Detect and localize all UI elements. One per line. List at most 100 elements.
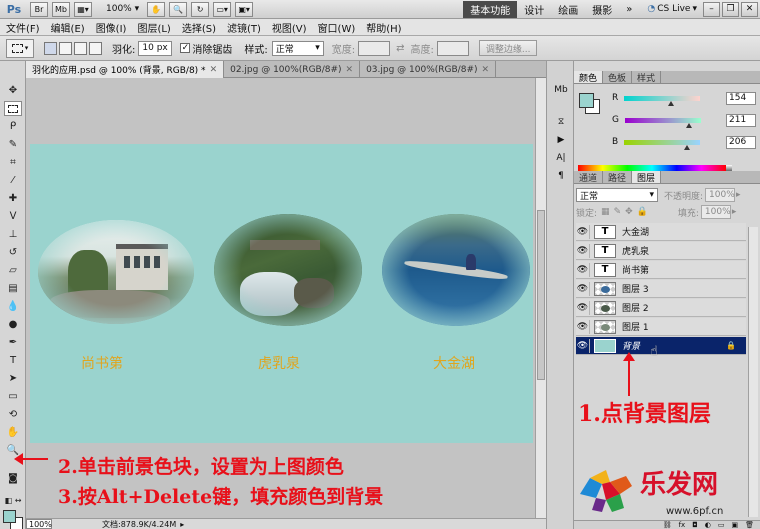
layer-row-background[interactable]: 👁 背景 🔒	[576, 337, 746, 355]
close-icon[interactable]: ✕	[346, 65, 354, 75]
menu-help[interactable]: 帮助(H)	[366, 20, 401, 35]
tab-channels[interactable]: 通道	[574, 171, 604, 184]
tab-document-3[interactable]: 03.jpg @ 100%(RGB/8#) ✕	[360, 61, 497, 78]
history-brush-tool-icon[interactable]: ↺	[4, 245, 22, 260]
lock-image-icon[interactable]: ✎	[614, 207, 622, 217]
minimize-button[interactable]: –	[703, 1, 720, 17]
document-size-info[interactable]: 文档:878.9K/4.24M	[102, 519, 176, 529]
lock-position-icon[interactable]: ✥	[625, 207, 633, 217]
quick-mask-icon[interactable]: ◙	[4, 471, 22, 486]
swap-dimensions-icon[interactable]: ⇄	[396, 43, 404, 54]
default-colors-icon[interactable]: ◧ ↔	[4, 493, 22, 508]
style-select[interactable]: 正常 ▾	[271, 40, 324, 56]
gradient-tool-icon[interactable]: ▤	[4, 281, 22, 296]
minibridge-panel-icon[interactable]: Mb	[553, 83, 569, 97]
menu-image[interactable]: 图像(I)	[96, 20, 127, 35]
foreground-color-swatch[interactable]	[3, 510, 16, 523]
zoom-tool-button[interactable]: 🔍	[169, 1, 188, 17]
eyedropper-tool-icon[interactable]: ⁄	[4, 173, 22, 188]
intersect-selection-mode-button[interactable]	[89, 41, 102, 55]
layer-row-raster-1[interactable]: 👁 图层 1	[576, 318, 746, 336]
tab-swatches[interactable]: 色板	[603, 71, 633, 84]
eye-icon[interactable]: 👁	[576, 224, 590, 239]
tab-paths[interactable]: 路径	[603, 171, 633, 184]
red-track[interactable]	[624, 95, 701, 106]
blue-slider[interactable]: B 206	[612, 135, 756, 150]
link-layers-icon[interactable]: ⛓	[663, 521, 672, 529]
layer-row-text-2[interactable]: 👁 T 虎乳泉	[576, 242, 746, 260]
paragraph-panel-icon[interactable]: ¶	[553, 169, 569, 183]
blend-mode-select[interactable]: 正常 ▾	[576, 188, 658, 202]
delete-layer-icon[interactable]: 🗑	[745, 521, 754, 529]
cs-live-button[interactable]: ◔ CS Live ▾	[647, 4, 697, 14]
arrange-docs-button[interactable]: ▭▾	[213, 1, 232, 17]
pen-tool-icon[interactable]: ✒	[4, 335, 22, 350]
type-tool-icon[interactable]: T	[4, 353, 22, 368]
tool-preset-picker[interactable]: ▾	[6, 38, 34, 58]
clone-stamp-tool-icon[interactable]: ⊥	[4, 227, 22, 242]
eye-icon[interactable]: 👁	[576, 319, 590, 334]
adjustment-layer-icon[interactable]: ◐	[705, 521, 711, 529]
tab-document-2[interactable]: 02.jpg @ 100%(RGB/8#) ✕	[224, 61, 361, 78]
dodge-tool-icon[interactable]: ●	[4, 317, 22, 332]
green-caret[interactable]	[685, 122, 692, 128]
new-group-icon[interactable]: ▭	[718, 521, 725, 529]
rotate-view-button[interactable]: ↻	[191, 1, 210, 17]
lasso-tool-icon[interactable]: ᑭ	[4, 119, 22, 134]
status-zoom-field[interactable]: 100%	[26, 519, 52, 529]
feather-input[interactable]: 10 px	[138, 40, 173, 56]
close-button[interactable]: ✕	[741, 1, 758, 17]
minibridge-button[interactable]: Mb	[52, 1, 70, 17]
lock-transparent-icon[interactable]: ▦	[601, 207, 610, 217]
crop-tool-icon[interactable]: ⌗	[4, 155, 22, 170]
close-icon[interactable]: ✕	[482, 65, 490, 75]
menu-filter[interactable]: 滤镜(T)	[227, 20, 261, 35]
eye-icon[interactable]: 👁	[576, 243, 590, 258]
layer-style-icon[interactable]: fx	[679, 521, 686, 529]
view-extras-button[interactable]: ▦▾	[74, 1, 92, 17]
workspace-essentials[interactable]: 基本功能	[463, 0, 518, 18]
add-mask-icon[interactable]: ◘	[692, 521, 698, 529]
tab-layers[interactable]: 图层	[632, 171, 662, 184]
add-selection-mode-button[interactable]	[59, 41, 72, 55]
blue-value[interactable]: 206	[726, 135, 756, 149]
shape-tool-icon[interactable]: ▭	[4, 389, 22, 404]
hand-tool-icon[interactable]: ✋	[4, 425, 22, 440]
refine-edge-button[interactable]: 调整边缘...	[478, 40, 538, 56]
green-slider[interactable]: G 211	[612, 113, 756, 128]
fill-input[interactable]: 100%	[700, 205, 731, 219]
red-slider[interactable]: R 154	[612, 91, 756, 106]
opacity-input[interactable]: 100%	[705, 188, 736, 202]
3d-rotate-tool-icon[interactable]: ⟲	[4, 407, 22, 422]
rect-marquee-tool-icon[interactable]	[4, 101, 22, 116]
eye-icon[interactable]: 👁	[576, 281, 590, 296]
menu-layer[interactable]: 图层(L)	[137, 20, 170, 35]
red-value[interactable]: 154	[726, 91, 756, 105]
brush-tool-icon[interactable]: ᐯ	[4, 209, 22, 224]
green-track[interactable]	[624, 117, 701, 128]
screen-mode-button[interactable]: ▣▾	[235, 1, 254, 17]
character-panel-icon[interactable]: A|	[553, 151, 569, 165]
status-menu-icon[interactable]: ▸	[180, 520, 184, 529]
menu-select[interactable]: 选择(S)	[182, 20, 216, 35]
maximize-button[interactable]: ❐	[722, 1, 739, 17]
history-panel-icon[interactable]: ⧖	[553, 115, 569, 129]
blue-caret[interactable]	[684, 144, 691, 150]
canvas-vertical-scrollbar[interactable]	[535, 78, 546, 518]
hand-button[interactable]: ✋	[147, 1, 166, 17]
move-tool-icon[interactable]: ✥	[4, 83, 22, 98]
layer-row-raster-2[interactable]: 👁 图层 2	[576, 299, 746, 317]
healing-brush-tool-icon[interactable]: ✚	[4, 191, 22, 206]
eye-icon[interactable]: 👁	[576, 300, 590, 315]
tab-color[interactable]: 颜色	[574, 71, 604, 84]
subtract-selection-mode-button[interactable]	[74, 41, 87, 55]
blue-track[interactable]	[624, 139, 701, 150]
menu-window[interactable]: 窗口(W)	[318, 20, 356, 35]
bridge-button[interactable]: Br	[30, 1, 48, 17]
tab-styles[interactable]: 样式	[632, 71, 662, 84]
eye-icon[interactable]: 👁	[576, 338, 590, 353]
menu-view[interactable]: 视图(V)	[272, 20, 307, 35]
green-value[interactable]: 211	[726, 113, 756, 127]
quick-select-tool-icon[interactable]: ✎	[4, 137, 22, 152]
tab-document-1[interactable]: 羽化的应用.psd @ 100% (背景, RGB/8) * ✕	[26, 61, 225, 78]
